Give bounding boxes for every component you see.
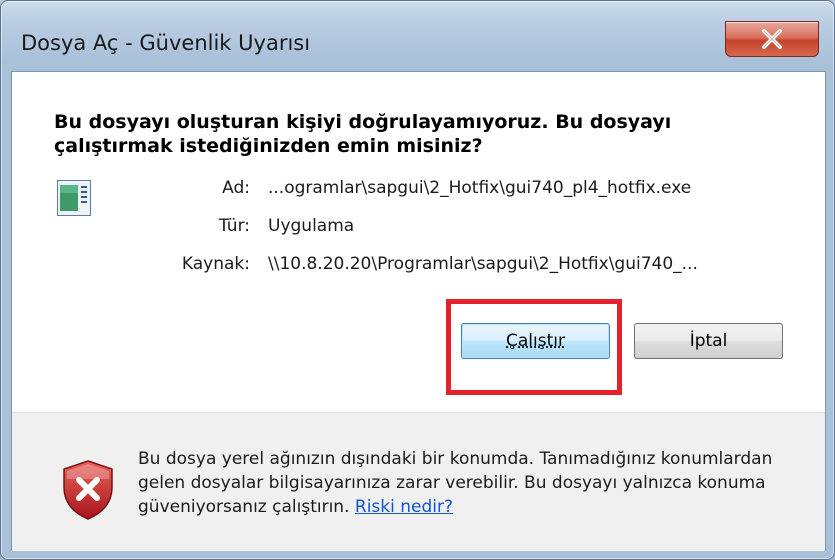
warning-text: Bu dosya yerel ağınızın dışındaki bir ko… xyxy=(138,449,773,517)
cancel-button-label: İptal xyxy=(689,331,728,351)
type-label: Tür: xyxy=(218,216,250,236)
cancel-button[interactable]: İptal xyxy=(634,323,783,359)
dialog-heading: Bu dosyayı oluşturan kişiyi doğrulayamıy… xyxy=(54,111,672,157)
name-value: ...ogramlar\sapgui\2_Hotfix\gui740_pl4_h… xyxy=(268,178,692,198)
dialog-window: Dosya Aç - Güvenlik Uyarısı Bu dosyayı o… xyxy=(0,0,835,560)
window-title: Dosya Aç - Güvenlik Uyarısı xyxy=(21,31,311,55)
name-label: Ad: xyxy=(222,178,250,198)
source-value: \\10.8.20.20\Programlar\sapgui\2_Hotfix\… xyxy=(268,254,698,274)
risk-link[interactable]: Riski nedir? xyxy=(355,497,453,517)
title-bar[interactable]: Dosya Aç - Güvenlik Uyarısı xyxy=(1,1,834,71)
close-button[interactable] xyxy=(725,21,819,57)
dialog-body: Bu dosyayı oluşturan kişiyi doğrulayamıy… xyxy=(11,71,826,551)
type-value: Uygulama xyxy=(268,216,355,236)
run-button[interactable]: Çalıştır xyxy=(461,323,610,359)
close-icon xyxy=(762,29,782,49)
source-label: Kaynak: xyxy=(181,254,250,274)
security-shield-x-icon xyxy=(62,459,114,521)
application-icon xyxy=(57,180,91,216)
run-button-label: Çalıştır xyxy=(506,331,565,351)
warning-message: Bu dosya yerel ağınızın dışındaki bir ko… xyxy=(138,447,818,519)
warning-panel: Bu dosya yerel ağınızın dışındaki bir ko… xyxy=(12,412,825,551)
